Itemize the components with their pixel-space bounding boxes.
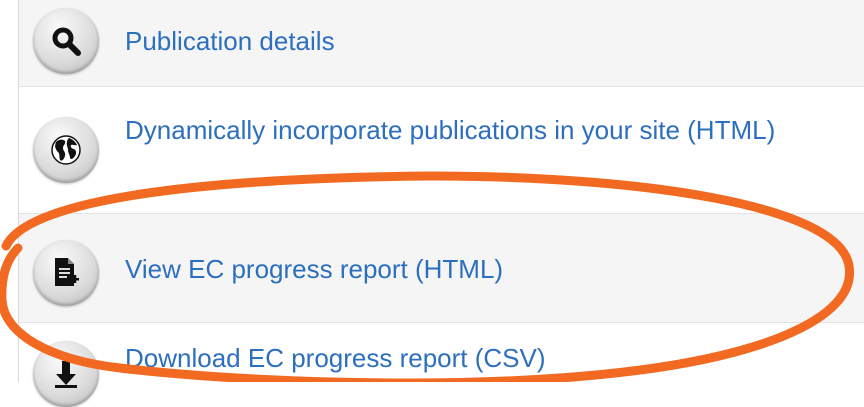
- globe-icon[interactable]: [33, 117, 99, 183]
- download-arrow-icon[interactable]: [33, 341, 99, 407]
- download-ec-report-link[interactable]: Download EC progress report (CSV): [125, 339, 546, 377]
- view-ec-report-link[interactable]: View EC progress report (HTML): [125, 250, 503, 288]
- incorporate-publications-link[interactable]: Dynamically incorporate publications in …: [125, 111, 845, 149]
- list-item-download-ec-report[interactable]: Download EC progress report (CSV): [19, 323, 864, 407]
- list-item-view-ec-report[interactable]: View EC progress report (HTML): [19, 214, 864, 323]
- list-item-publication-details[interactable]: Publication details: [19, 0, 864, 87]
- publication-details-link[interactable]: Publication details: [125, 22, 335, 60]
- action-list: Publication details Dynamically incorpor…: [19, 0, 864, 407]
- list-item-incorporate-publications[interactable]: Dynamically incorporate publications in …: [19, 87, 864, 214]
- magnifier-icon[interactable]: [33, 8, 99, 74]
- document-add-icon[interactable]: [33, 240, 99, 306]
